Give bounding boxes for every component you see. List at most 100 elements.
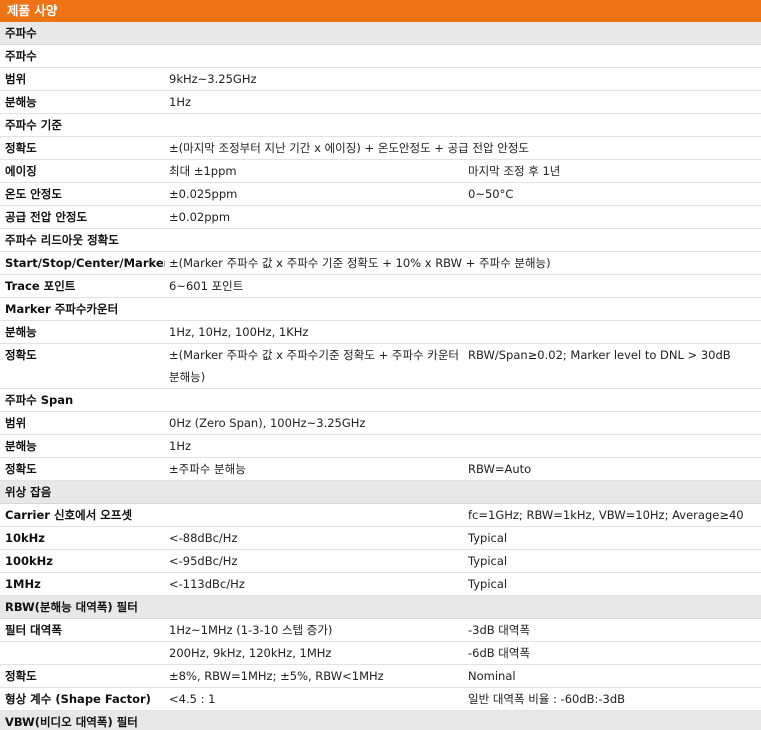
spec-label: 분해능 [0, 320, 165, 344]
table-row: 분해능 1Hz [0, 90, 761, 114]
subsection-header: 주파수 Span [0, 388, 761, 412]
table-row: 정확도 ±(Marker 주파수 값 x 주파수기준 정확도 + 주파수 카운터 … [0, 343, 761, 389]
table-row: 필터 대역폭 1Hz~1MHz (1-3-10 스텝 증가) -3dB 대역폭 [0, 618, 761, 642]
spec-value: <-88dBc/Hz [165, 526, 464, 550]
subsection-header: 주파수 리드아웃 정확도 [0, 228, 761, 252]
spec-note [464, 434, 761, 458]
spec-value: 1Hz~1MHz (1-3-10 스텝 증가) [165, 618, 464, 642]
spec-label: 범위 [0, 411, 165, 435]
spec-label: 형상 계수 (Shape Factor) [0, 687, 165, 711]
spec-note [464, 205, 761, 229]
spec-value: ±(Marker 주파수 값 x 주파수기준 정확도 + 주파수 카운터 분해능… [165, 343, 464, 389]
spec-value: 1Hz, 10Hz, 100Hz, 1KHz [165, 320, 464, 344]
spec-note: 일반 대역폭 비율 : -60dB:-3dB [464, 687, 761, 711]
header-label: VBW(비디오 대역폭) 필터 [0, 710, 761, 730]
spec-label: 정확도 [0, 136, 165, 160]
header-label: 주파수 [0, 44, 761, 68]
header-label: RBW(분해능 대역폭) 필터 [0, 595, 761, 619]
table-row: 형상 계수 (Shape Factor) <4.5 : 1 일반 대역폭 비율 : … [0, 687, 761, 711]
table-row: 1MHz <-113dBc/Hz Typical [0, 572, 761, 596]
header-label: 주파수 [0, 22, 761, 45]
table-row: 온도 안정도 ±0.025ppm 0~50°C [0, 182, 761, 206]
subsection-header: 주파수 [0, 44, 761, 68]
spec-label: 1MHz [0, 572, 165, 596]
spec-value: 0Hz (Zero Span), 100Hz~3.25GHz [165, 411, 464, 435]
spec-label: 100kHz [0, 549, 165, 573]
spec-label: 정확도 [0, 664, 165, 688]
spec-value: 200Hz, 9kHz, 120kHz, 1MHz [165, 641, 464, 665]
section-header: VBW(비디오 대역폭) 필터 [0, 710, 761, 730]
spec-table-body: 주파수 주파수 범위 9kHz~3.25GHz 분해능 1Hz 주파수 기준 정확도 ±(마지막… [0, 22, 761, 730]
spec-note [464, 90, 761, 114]
spec-note: -6dB 대역폭 [464, 641, 761, 665]
spec-note: Nominal [464, 664, 761, 688]
spec-note [464, 320, 761, 344]
spec-table: 주파수 주파수 범위 9kHz~3.25GHz 분해능 1Hz 주파수 기준 정확도 ±(마지막… [0, 22, 761, 730]
spec-note [464, 274, 761, 298]
header-label: 주파수 기준 [0, 113, 761, 137]
spec-label: 정확도 [0, 457, 165, 481]
spec-label: 범위 [0, 67, 165, 91]
spec-note: RBW=Auto [464, 457, 761, 481]
spec-note [464, 411, 761, 435]
table-row: 100kHz <-95dBc/Hz Typical [0, 549, 761, 573]
spec-label [0, 641, 165, 665]
table-row: 공급 전압 안정도 ±0.02ppm [0, 205, 761, 229]
spec-label: 공급 전압 안정도 [0, 205, 165, 229]
spec-label: 에이징 [0, 159, 165, 183]
table-row: 정확도 ±주파수 분해능 RBW=Auto [0, 457, 761, 481]
spec-value: 6~601 포인트 [165, 274, 464, 298]
header-label: 위상 잡음 [0, 480, 761, 504]
spec-label: 필터 대역폭 [0, 618, 165, 642]
section-header: 주파수 [0, 22, 761, 45]
subsection-header: Marker 주파수카운터 [0, 297, 761, 321]
spec-note: Typical [464, 572, 761, 596]
table-row: 분해능 1Hz [0, 434, 761, 458]
spec-note: Typical [464, 526, 761, 550]
table-row: 200Hz, 9kHz, 120kHz, 1MHz -6dB 대역폭 [0, 641, 761, 665]
table-row: 분해능 1Hz, 10Hz, 100Hz, 1KHz [0, 320, 761, 344]
spec-label: 분해능 [0, 90, 165, 114]
spec-value: 1Hz [165, 434, 464, 458]
spec-value: <-95dBc/Hz [165, 549, 464, 573]
spec-value: ±0.02ppm [165, 205, 464, 229]
table-row: 범위 0Hz (Zero Span), 100Hz~3.25GHz [0, 411, 761, 435]
spec-value: 1Hz [165, 90, 464, 114]
table-row: 10kHz <-88dBc/Hz Typical [0, 526, 761, 550]
page-title: 제품 사양 [0, 0, 761, 22]
spec-label: Start/Stop/Center/Marker [0, 251, 165, 275]
table-row: 범위 9kHz~3.25GHz [0, 67, 761, 91]
spec-value: ±0.025ppm [165, 182, 464, 206]
spec-note [464, 67, 761, 91]
table-row: Start/Stop/Center/Marker ±(Marker 주파수 값 x… [0, 251, 761, 275]
spec-value: ±(Marker 주파수 값 x 주파수 기준 정확도 + 10% x RBW … [165, 251, 761, 275]
spec-note: Typical [464, 549, 761, 573]
spec-value: 9kHz~3.25GHz [165, 67, 464, 91]
spec-label: 정확도 [0, 343, 165, 389]
header-label: Marker 주파수카운터 [0, 297, 761, 321]
header-label: 주파수 리드아웃 정확도 [0, 228, 761, 252]
spec-note: fc=1GHz; RBW=1kHz, VBW=10Hz; Average≥40 [464, 503, 761, 527]
table-row: 정확도 ±(마지막 조정부터 지난 기간 x 에이징) + 온도안정도 + 공급 … [0, 136, 761, 160]
spec-value [165, 503, 464, 527]
section-header: 위상 잡음 [0, 480, 761, 504]
spec-label: 10kHz [0, 526, 165, 550]
spec-label: Carrier 신호에서 오프셋 [0, 503, 165, 527]
spec-value: ±(마지막 조정부터 지난 기간 x 에이징) + 온도안정도 + 공급 전압 … [165, 136, 761, 160]
spec-note: 마지막 조정 후 1년 [464, 159, 761, 183]
table-row: Carrier 신호에서 오프셋 fc=1GHz; RBW=1kHz, VBW=1… [0, 503, 761, 527]
spec-label: Trace 포인트 [0, 274, 165, 298]
spec-value: 최대 ±1ppm [165, 159, 464, 183]
spec-value: ±8%, RBW=1MHz; ±5%, RBW<1MHz [165, 664, 464, 688]
spec-note: RBW/Span≥0.02; Marker level to DNL > 30d… [464, 343, 761, 389]
spec-note: 0~50°C [464, 182, 761, 206]
table-row: 에이징 최대 ±1ppm 마지막 조정 후 1년 [0, 159, 761, 183]
spec-value: <4.5 : 1 [165, 687, 464, 711]
spec-page: 제품 사양 주파수 주파수 범위 9kHz~3.25GHz 분해능 1Hz 주파수 기준 정확… [0, 0, 761, 730]
spec-note: -3dB 대역폭 [464, 618, 761, 642]
spec-value: ±주파수 분해능 [165, 457, 464, 481]
subsection-header: 주파수 기준 [0, 113, 761, 137]
section-header: RBW(분해능 대역폭) 필터 [0, 595, 761, 619]
header-label: 주파수 Span [0, 388, 761, 412]
table-row: Trace 포인트 6~601 포인트 [0, 274, 761, 298]
